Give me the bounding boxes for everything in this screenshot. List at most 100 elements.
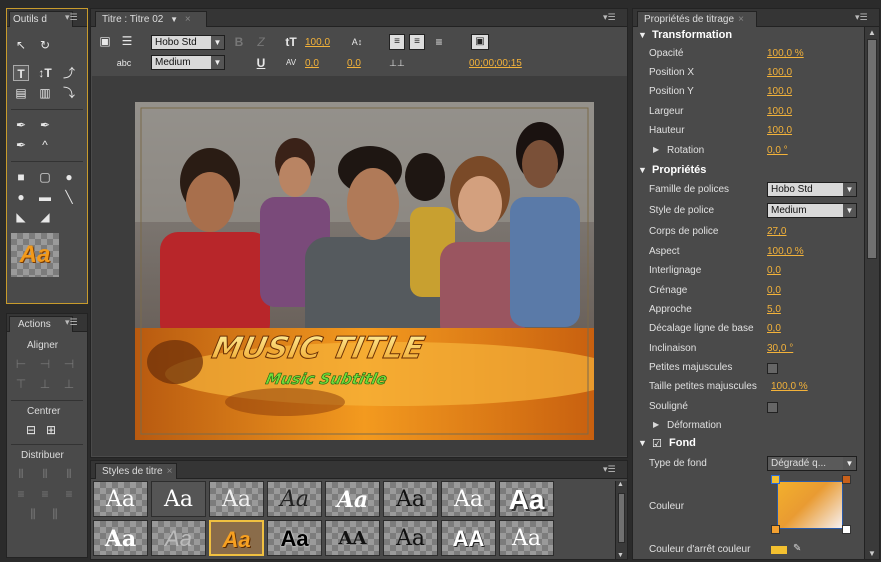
prop-value[interactable]: 100,0	[767, 67, 792, 78]
font-family-select[interactable]: Hobo Std ▼	[767, 182, 857, 197]
leading-value[interactable]: 0,0	[347, 58, 361, 69]
type-vertical-icon[interactable]: ↕T	[37, 65, 53, 81]
props-menu-icon[interactable]: ▾☰	[855, 12, 873, 23]
prop-value[interactable]: 0,0	[767, 265, 781, 276]
font-browser-icon[interactable]: abc	[113, 55, 135, 71]
style-swatch[interactable]: Aa	[325, 481, 380, 517]
style-swatch[interactable]: Aa	[499, 520, 554, 556]
style-swatch[interactable]: Aa	[93, 481, 148, 517]
gradient-stop-bottom-left[interactable]	[771, 525, 780, 534]
tab-tools[interactable]: Outils d	[9, 11, 73, 27]
underline-button[interactable]: U	[253, 55, 269, 71]
center-vertical-icon[interactable]: ⊞	[43, 422, 59, 438]
prop-value[interactable]: 5,0	[767, 304, 781, 315]
style-swatch[interactable]: Aa	[383, 481, 438, 517]
tab-title[interactable]: Titre : Titre 02 ▼ ×	[95, 11, 207, 27]
templates-icon[interactable]: ▣	[97, 33, 113, 49]
style-swatch[interactable]: Aa	[93, 520, 148, 556]
vertical-area-type-icon[interactable]: ▥	[37, 85, 53, 101]
tab-title-styles[interactable]: Styles de titre ×	[95, 463, 177, 479]
font-size-value[interactable]: 100,0	[305, 37, 330, 48]
selection-arrow-icon[interactable]: ↖	[13, 37, 29, 53]
pen-icon[interactable]: ✒	[13, 117, 29, 133]
tools-menu-icon[interactable]: ▾☰	[65, 12, 83, 23]
close-tab-icon[interactable]: ×	[738, 14, 744, 25]
style-swatch[interactable]: Aa	[383, 520, 438, 556]
stop-color-swatch[interactable]	[771, 546, 787, 554]
scroll-down-icon[interactable]: ▼	[868, 549, 876, 558]
delete-anchor-icon[interactable]: ✒	[13, 137, 29, 153]
props-scrollbar[interactable]: ▲ ▼	[864, 27, 879, 559]
timecode-value[interactable]: 00;00;00;15	[469, 58, 522, 69]
tab-title-properties[interactable]: Propriétés de titrage ×	[637, 11, 757, 27]
prop-value[interactable]: 0,0	[767, 323, 781, 334]
style-swatch[interactable]: Aa	[151, 481, 206, 517]
underline-checkbox[interactable]	[767, 402, 778, 413]
gradient-stop-top-right[interactable]	[842, 475, 851, 484]
path-type-icon[interactable]: ⤴	[61, 65, 77, 81]
prop-value[interactable]: 100,0 %	[767, 48, 804, 59]
font-style-select[interactable]: Medium ▼	[767, 203, 857, 218]
style-swatch[interactable]: Aa	[151, 520, 206, 556]
show-background-video-icon[interactable]: ▣	[471, 34, 489, 50]
italic-button[interactable]: Z	[253, 34, 269, 50]
title-dropdown-icon[interactable]: ▼	[170, 15, 178, 24]
rotation-icon[interactable]: ↻	[37, 37, 53, 53]
style-swatch[interactable]: Aa	[267, 520, 322, 556]
clipped-corner-icon[interactable]: ▬	[37, 189, 53, 205]
gradient-stop-bottom-right[interactable]	[842, 525, 851, 534]
section-transformation[interactable]: ▼ Transformation	[633, 27, 859, 45]
music-subtitle-text[interactable]: Music Subtitle	[264, 370, 389, 388]
style-swatch-selected[interactable]: Aa	[209, 520, 264, 556]
titler-menu-icon[interactable]: ▾☰	[603, 12, 621, 23]
gradient-stop-top-left[interactable]	[771, 475, 780, 484]
prop-value[interactable]: 100,0	[767, 125, 792, 136]
close-tab-icon[interactable]: ×	[185, 14, 191, 25]
styles-menu-icon[interactable]: ▾☰	[603, 464, 621, 475]
triangle-right-icon[interactable]: ▶	[653, 145, 659, 154]
style-swatch[interactable]: Aa	[209, 481, 264, 517]
style-swatch[interactable]: Aa	[441, 481, 496, 517]
add-anchor-icon[interactable]: ✒	[37, 117, 53, 133]
actions-menu-icon[interactable]: ▾☰	[65, 317, 83, 328]
background-type-select[interactable]: Dégradé q... ▼	[767, 456, 857, 471]
tab-actions[interactable]: Actions	[9, 316, 73, 332]
ellipse-icon[interactable]: ●	[61, 169, 77, 185]
kerning-value[interactable]: 0,0	[305, 58, 319, 69]
style-swatch[interactable]: Aa	[499, 481, 554, 517]
prop-value[interactable]: 0,0	[767, 285, 781, 296]
path-type-vertical-icon[interactable]: ⤵	[61, 85, 77, 101]
line-icon[interactable]: ╲	[61, 189, 77, 205]
styles-scrollbar[interactable]: ▲ ▼	[615, 481, 627, 559]
align-right-button[interactable]: ≡	[431, 34, 447, 50]
align-left-button[interactable]: ≡	[389, 34, 405, 50]
roll-crawl-icon[interactable]: ☰	[119, 33, 135, 49]
prop-value[interactable]: 100,0	[767, 106, 792, 117]
section-background[interactable]: ▼ ☑ Fond	[633, 435, 859, 453]
convert-anchor-icon[interactable]: ^	[37, 137, 53, 153]
arc-icon[interactable]: ◢	[37, 209, 53, 225]
align-center-button[interactable]: ≡	[409, 34, 425, 50]
tab-stops-icon[interactable]: ⊥⊥	[389, 55, 405, 71]
triangle-right-icon[interactable]: ▶	[653, 420, 659, 429]
center-horizontal-icon[interactable]: ⊟	[23, 422, 39, 438]
style-swatch[interactable]: AA	[325, 520, 380, 556]
scroll-up-icon[interactable]: ▲	[617, 481, 624, 488]
close-tab-icon[interactable]: ×	[167, 466, 173, 477]
props-scroll-thumb[interactable]	[867, 39, 877, 259]
type-horizontal-icon[interactable]: T	[13, 65, 29, 81]
scroll-down-icon[interactable]: ▼	[617, 552, 624, 559]
background-checkbox-icon[interactable]: ☑	[652, 437, 662, 450]
video-preview[interactable]: MUSIC TITLE Music Subtitle	[135, 102, 594, 440]
prop-value[interactable]: 100,0 %	[771, 381, 808, 392]
prop-value[interactable]: 100,0	[767, 86, 792, 97]
area-type-icon[interactable]: ▤	[13, 85, 29, 101]
prop-value[interactable]: 30,0 °	[767, 343, 793, 354]
style-swatch[interactable]: Aa	[267, 481, 322, 517]
eyedropper-icon[interactable]: ✎	[793, 543, 801, 554]
wedge-icon[interactable]: ◣	[13, 209, 29, 225]
rounded-rect-icon[interactable]: ▢	[37, 169, 53, 185]
music-title-text[interactable]: MUSIC TITLE	[208, 331, 428, 367]
prop-value[interactable]: 100,0 %	[767, 246, 804, 257]
font-style-dropdown[interactable]: Medium ▼	[151, 55, 225, 70]
